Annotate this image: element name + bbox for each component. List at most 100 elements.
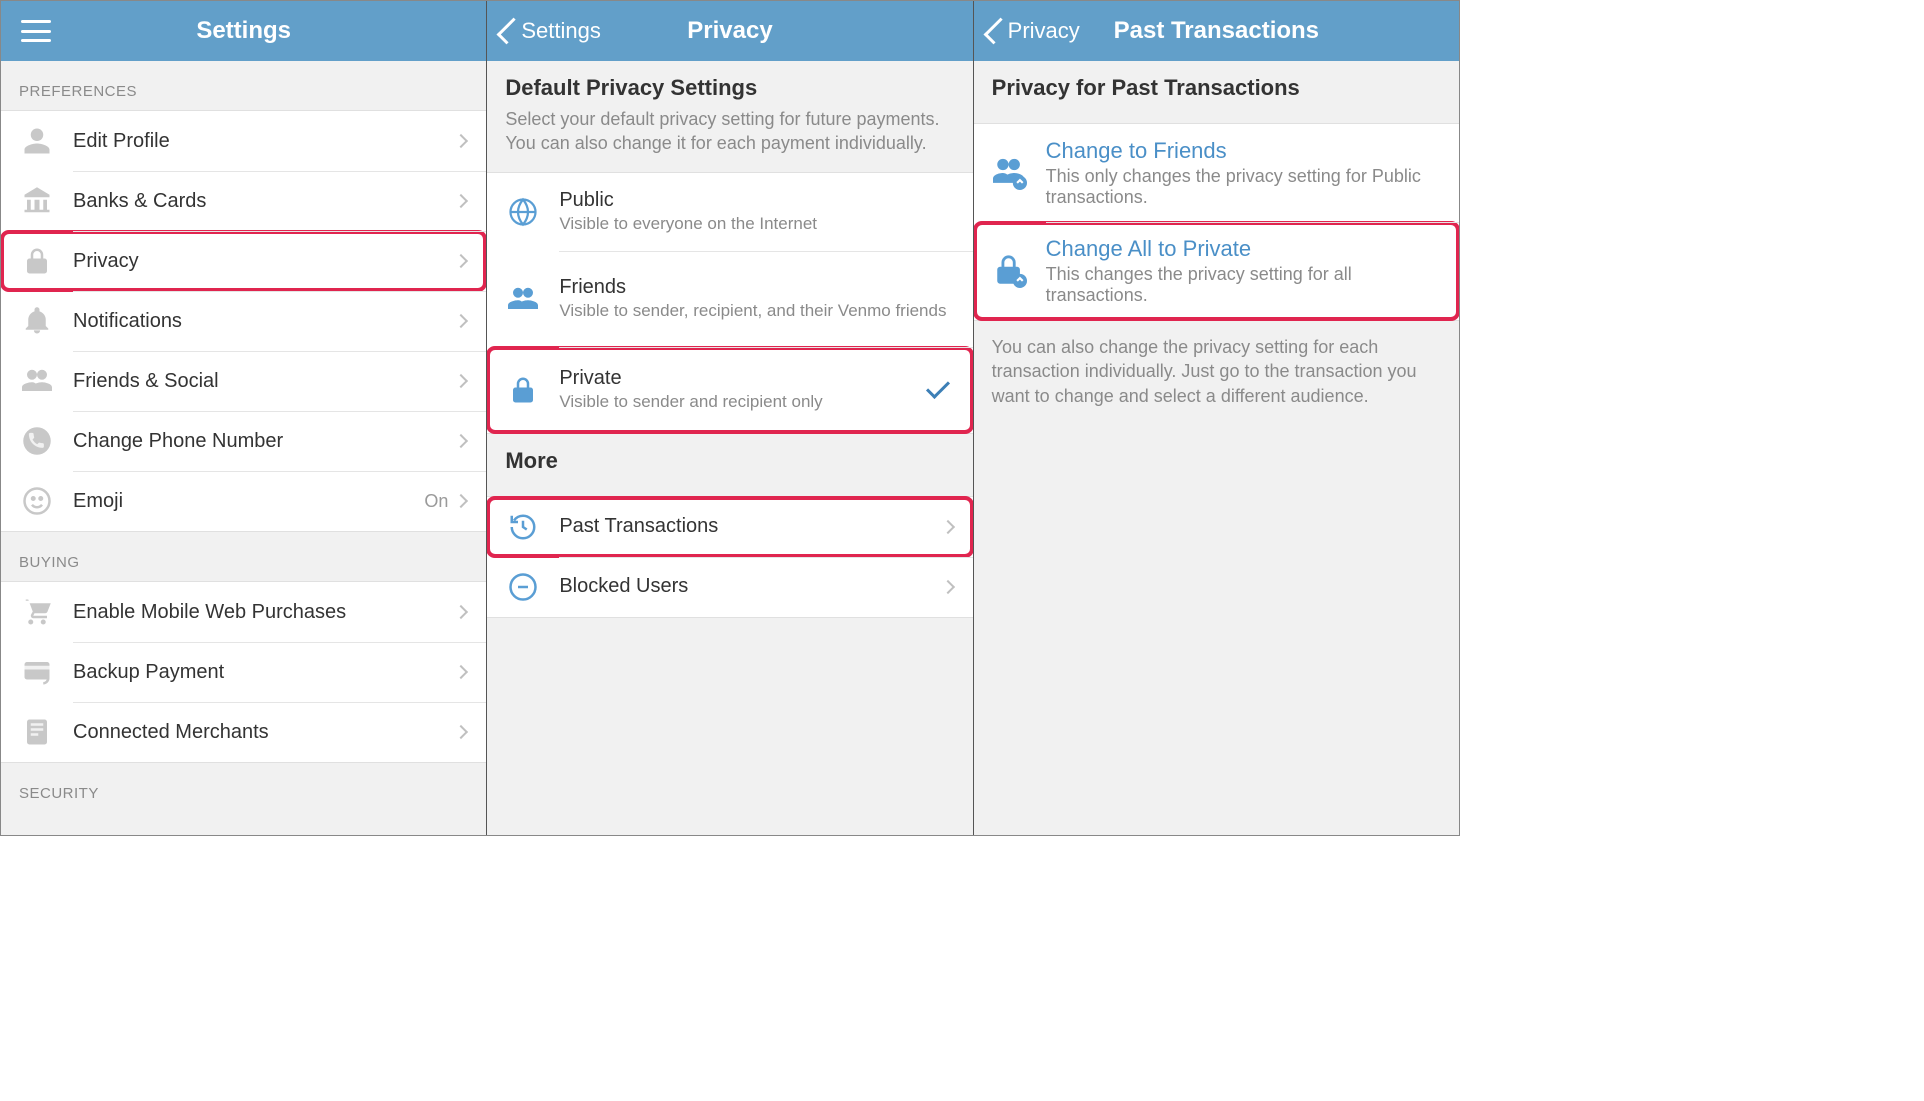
friends-icon xyxy=(19,363,55,399)
blocked-icon xyxy=(505,569,541,605)
past-transactions-content: Privacy for Past Transactions Change to … xyxy=(974,61,1459,835)
option-label: Friends xyxy=(559,276,958,299)
page-title: Past Transactions xyxy=(1114,17,1319,45)
emoji-icon xyxy=(19,483,55,519)
cart-icon xyxy=(19,594,55,630)
hamburger-button[interactable] xyxy=(9,20,51,42)
hamburger-icon xyxy=(21,20,51,42)
chevron-right-icon xyxy=(454,494,468,508)
preferences-list: Edit Profile Banks & Cards Privacy xyxy=(1,110,486,532)
chevron-right-icon xyxy=(454,605,468,619)
row-notifications[interactable]: Notifications xyxy=(1,291,486,351)
past-privacy-header: Privacy for Past Transactions xyxy=(974,61,1459,123)
section-preferences: PREFERENCES xyxy=(1,61,486,110)
row-label: Change Phone Number xyxy=(73,430,456,453)
privacy-options-list: Public Visible to everyone on the Intern… xyxy=(487,172,972,434)
section-security: SECURITY xyxy=(1,763,486,812)
row-emoji[interactable]: Emoji On xyxy=(1,471,486,531)
chevron-right-icon xyxy=(941,520,955,534)
row-label: Banks & Cards xyxy=(73,190,456,213)
row-label: Past Transactions xyxy=(559,515,942,538)
page-title: Settings xyxy=(196,17,291,45)
more-header-block: More xyxy=(487,434,972,496)
action-change-all-private[interactable]: Change All to Private This changes the p… xyxy=(974,222,1459,320)
friends-icon xyxy=(505,281,541,317)
row-label: Notifications xyxy=(73,310,456,333)
back-label: Settings xyxy=(521,18,601,44)
settings-pane: Settings PREFERENCES Edit Profile Banks … xyxy=(1,1,486,835)
row-connected-merchants[interactable]: Connected Merchants xyxy=(1,702,486,762)
option-friends[interactable]: Friends Visible to sender, recipient, an… xyxy=(487,251,972,347)
row-label: Emoji xyxy=(73,490,424,513)
back-button-privacy[interactable]: Privacy xyxy=(982,18,1080,44)
row-blocked-users[interactable]: Blocked Users xyxy=(487,557,972,617)
row-label: Enable Mobile Web Purchases xyxy=(73,601,456,624)
row-banks-cards[interactable]: Banks & Cards xyxy=(1,171,486,231)
navbar-past-transactions: Privacy Past Transactions xyxy=(974,1,1459,61)
privacy-content: Default Privacy Settings Select your def… xyxy=(487,61,972,835)
history-icon xyxy=(505,509,541,545)
chevron-right-icon xyxy=(454,134,468,148)
chevron-right-icon xyxy=(454,434,468,448)
check-icon xyxy=(926,375,950,399)
chevron-right-icon xyxy=(454,194,468,208)
action-label: Change to Friends xyxy=(1046,138,1445,164)
row-edit-profile[interactable]: Edit Profile xyxy=(1,111,486,171)
more-header: More xyxy=(505,448,954,474)
action-change-to-friends[interactable]: Change to Friends This only changes the … xyxy=(974,124,1459,222)
action-sub: This changes the privacy setting for all… xyxy=(1046,264,1445,306)
person-icon xyxy=(19,123,55,159)
action-sub: This only changes the privacy setting fo… xyxy=(1046,166,1445,208)
page-title: Privacy xyxy=(687,17,772,45)
option-label: Public xyxy=(559,189,958,212)
past-privacy-title: Privacy for Past Transactions xyxy=(992,75,1441,101)
row-label: Edit Profile xyxy=(73,130,456,153)
chevron-right-icon xyxy=(941,580,955,594)
default-privacy-title: Default Privacy Settings xyxy=(505,75,954,101)
option-public[interactable]: Public Visible to everyone on the Intern… xyxy=(487,173,972,251)
friends-badge-icon xyxy=(992,155,1028,191)
row-label: Backup Payment xyxy=(73,661,456,684)
navbar-privacy: Settings Privacy xyxy=(487,1,972,61)
chevron-right-icon xyxy=(454,254,468,268)
privacy-pane: Settings Privacy Default Privacy Setting… xyxy=(486,1,972,835)
chevron-right-icon xyxy=(454,665,468,679)
row-label: Blocked Users xyxy=(559,575,942,598)
settings-content: PREFERENCES Edit Profile Banks & Cards xyxy=(1,61,486,835)
row-value: On xyxy=(424,491,448,512)
merchants-icon xyxy=(19,714,55,750)
option-sub: Visible to everyone on the Internet xyxy=(559,214,958,234)
row-friends-social[interactable]: Friends & Social xyxy=(1,351,486,411)
row-label: Privacy xyxy=(73,250,456,273)
navbar-settings: Settings xyxy=(1,1,486,61)
bell-icon xyxy=(19,303,55,339)
lock-icon xyxy=(505,372,541,408)
chevron-left-icon xyxy=(983,18,1010,45)
lock-icon xyxy=(19,243,55,279)
option-label: Private xyxy=(559,367,926,390)
row-change-phone[interactable]: Change Phone Number xyxy=(1,411,486,471)
default-privacy-sub: Select your default privacy setting for … xyxy=(505,107,954,156)
action-label: Change All to Private xyxy=(1046,236,1445,262)
past-actions-list: Change to Friends This only changes the … xyxy=(974,123,1459,321)
chevron-right-icon xyxy=(454,374,468,388)
row-label: Friends & Social xyxy=(73,370,456,393)
row-past-transactions[interactable]: Past Transactions xyxy=(487,497,972,557)
lock-badge-icon xyxy=(992,253,1028,289)
option-private[interactable]: Private Visible to sender and recipient … xyxy=(487,347,972,433)
option-sub: Visible to sender and recipient only xyxy=(559,392,926,412)
row-privacy[interactable]: Privacy xyxy=(1,231,486,291)
option-sub: Visible to sender, recipient, and their … xyxy=(559,301,958,321)
chevron-right-icon xyxy=(454,314,468,328)
back-label: Privacy xyxy=(1008,18,1080,44)
chevron-left-icon xyxy=(497,18,524,45)
phone-icon xyxy=(19,423,55,459)
back-button-settings[interactable]: Settings xyxy=(495,18,601,44)
row-backup-payment[interactable]: Backup Payment xyxy=(1,642,486,702)
bank-icon xyxy=(19,183,55,219)
globe-icon xyxy=(505,194,541,230)
row-label: Connected Merchants xyxy=(73,721,456,744)
row-enable-mobile-web[interactable]: Enable Mobile Web Purchases xyxy=(1,582,486,642)
buying-list: Enable Mobile Web Purchases Backup Payme… xyxy=(1,581,486,763)
footer-note: You can also change the privacy setting … xyxy=(974,321,1459,422)
